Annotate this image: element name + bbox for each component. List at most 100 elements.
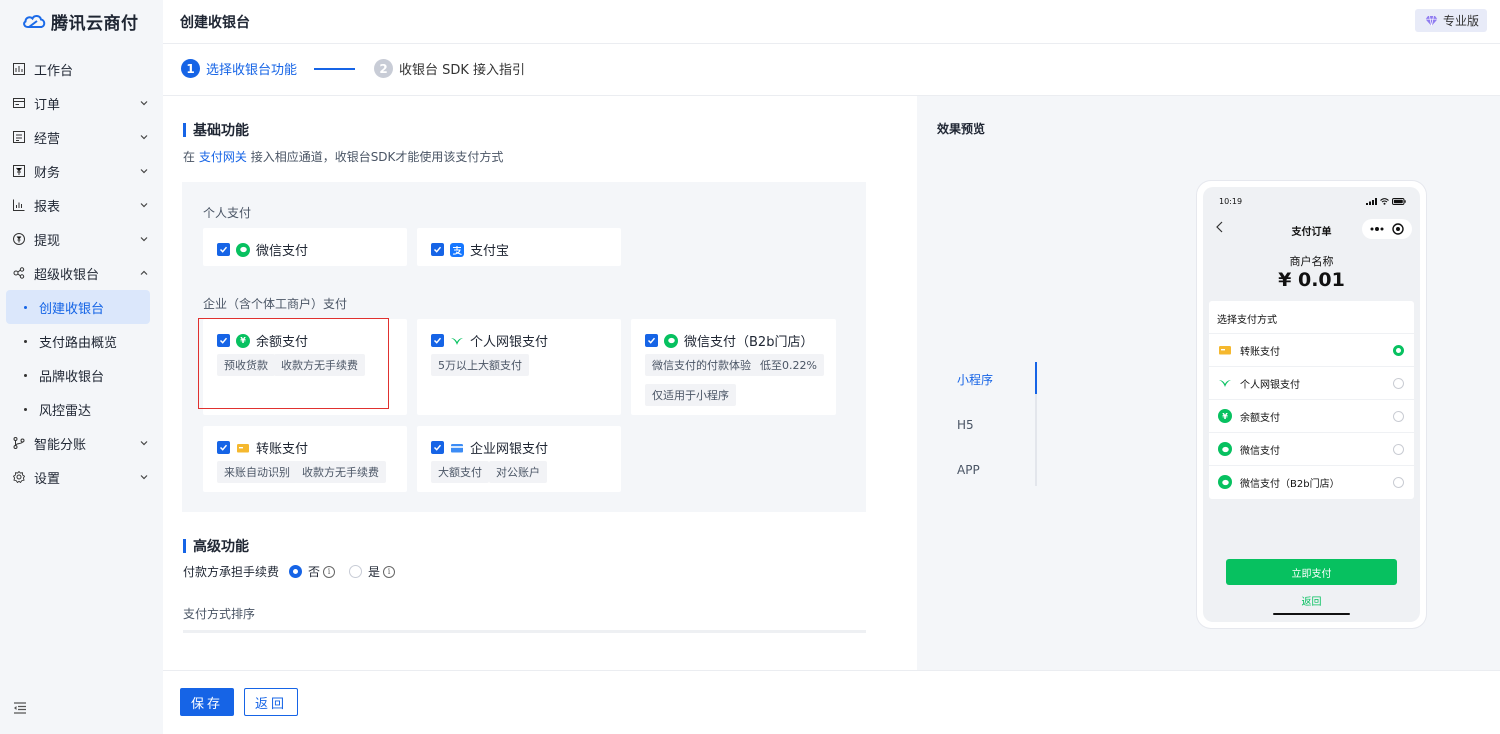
feature-tag: 5万以上大额支付 (431, 354, 529, 376)
enterprise-pay-label: 企业（含个体工商户）支付 (203, 297, 348, 311)
sidebar-item-finance[interactable]: 财务 (0, 154, 163, 188)
checkbox-checked[interactable] (217, 334, 230, 347)
pay-method-name: 支付宝 (470, 244, 510, 259)
sidebar-item-smart-split[interactable]: 智能分账 (0, 426, 163, 460)
info-icon[interactable]: i (383, 565, 396, 578)
cloud-logo-icon (23, 15, 46, 28)
desc-suffix: 接入相应通道，收银台SDK才能使用该支付方式 (250, 150, 504, 164)
sidebar-nav: 工作台 订单 经营 财务 报表 提现 超级收银台 创建收银台 支付路由概览 品牌… (0, 52, 163, 494)
phone-pay-row[interactable]: 微信支付 (1209, 432, 1414, 465)
sidebar-subitem-label: 支付路由概览 (39, 335, 118, 351)
pay-now-button[interactable]: 立即支付 (1226, 559, 1397, 585)
sidebar-subitem-brand-cashier[interactable]: 品牌收银台 (6, 358, 150, 392)
brand[interactable]: 腾讯云商付 (22, 9, 139, 34)
sidebar-item-orders[interactable]: 订单 (0, 86, 163, 120)
pay-card-wechat[interactable]: 微信支付 (203, 228, 407, 266)
wechat-pay-icon (236, 242, 250, 257)
radio-unselected[interactable] (1393, 377, 1404, 389)
pay-card-balance[interactable]: ¥ 余额支付 预收货款 收款方无手续费 (203, 319, 407, 415)
payment-sort-area (183, 630, 866, 633)
personal-pay-label: 个人支付 (203, 206, 252, 220)
diamond-icon (1425, 15, 1438, 26)
business-icon (13, 131, 25, 143)
checkbox-checked[interactable] (431, 441, 444, 454)
back-button[interactable]: 返回 (244, 688, 298, 716)
pay-card-alipay[interactable]: 支付宝 (417, 228, 621, 266)
step-1[interactable]: 1 选择收银台功能 (181, 59, 297, 78)
sidebar-subitem-risk-radar[interactable]: 风控雷达 (6, 392, 150, 426)
fee-bearer-label: 付款方承担手续费 (183, 565, 280, 579)
step-label: 选择收银台功能 (206, 63, 298, 78)
phone-pay-row[interactable]: 个人网银支付 (1209, 366, 1414, 399)
phone-pay-row[interactable]: 微信支付（B2b门店） (1209, 465, 1414, 498)
feature-tag: 对公账户 (489, 461, 547, 483)
pay-method-name: 转账支付 (256, 442, 309, 457)
tab-miniprogram[interactable]: 小程序 (957, 364, 1037, 394)
sidebar-item-label: 提现 (34, 233, 61, 249)
sidebar-subitem-create-cashier[interactable]: 创建收银台 (6, 290, 150, 324)
phone-pay-label: 个人网银支付 (1240, 379, 1300, 391)
section-accent-bar (183, 539, 186, 553)
payment-gateway-link[interactable]: 支付网关 (199, 150, 247, 164)
bullet-icon (24, 407, 27, 411)
radio-unselected[interactable] (1393, 443, 1404, 455)
sidebar-subitem-label: 创建收银台 (39, 301, 105, 317)
pro-edition-badge[interactable]: 专业版 (1414, 9, 1487, 32)
feature-tag: 收款方无手续费 (295, 461, 386, 483)
tab-app[interactable]: APP (957, 455, 1037, 485)
checkbox-checked[interactable] (217, 441, 230, 454)
radio-unselected[interactable] (1393, 476, 1404, 488)
ebank-leaf-icon (1218, 376, 1232, 390)
checkbox-checked[interactable] (431, 243, 444, 256)
radio-unselected[interactable] (1393, 410, 1404, 422)
payment-sort-label: 支付方式排序 (183, 607, 256, 621)
collapse-menu-icon[interactable] (13, 702, 27, 714)
basic-section-desc: 在 支付网关 接入相应通道，收银台SDK才能使用该支付方式 (183, 148, 503, 165)
sidebar-item-workbench[interactable]: 工作台 (0, 52, 163, 86)
radio-selected[interactable] (1393, 344, 1404, 356)
sidebar-item-reports[interactable]: 报表 (0, 188, 163, 222)
sidebar-item-label: 设置 (34, 471, 61, 487)
feature-tag: 仅适用于小程序 (645, 384, 736, 406)
step-2[interactable]: 2 收银台 SDK 接入指引 (374, 59, 525, 78)
pay-card-wechat-b2b[interactable]: 微信支付（B2b门店） 微信支付的付款体验 低至0.22% 仅适用于小程序 (631, 319, 836, 415)
sidebar-item-label: 超级收银台 (34, 267, 100, 283)
sidebar-item-super-cashier[interactable]: 超级收银台 (0, 256, 163, 290)
preview-title: 效果预览 (937, 122, 986, 136)
info-icon[interactable]: i (323, 565, 336, 578)
feature-tag: 微信支付的付款体验 (645, 354, 758, 376)
sidebar-subitem-routing[interactable]: 支付路由概览 (6, 324, 150, 358)
pay-card-transfer[interactable]: 转账支付 来账自动识别 收款方无手续费 (203, 426, 407, 492)
pay-method-name: 企业网银支付 (470, 442, 549, 457)
phone-pay-label: 微信支付 (1240, 445, 1280, 457)
checkbox-checked[interactable] (217, 243, 230, 256)
sidebar-item-withdraw[interactable]: 提现 (0, 222, 163, 256)
sidebar-item-business[interactable]: 经营 (0, 120, 163, 154)
withdraw-icon (13, 233, 25, 245)
dashboard-icon (13, 63, 25, 75)
wechat-pay-icon (1218, 475, 1232, 489)
step-indicator: 1 选择收银台功能 2 收银台 SDK 接入指引 (163, 44, 1500, 96)
save-button[interactable]: 保存 (180, 688, 234, 716)
pay-method-name: 个人网银支付 (470, 335, 549, 350)
basic-section-title: 基础功能 (183, 120, 249, 140)
phone-pay-label: 微信支付（B2b门店） (1240, 478, 1340, 490)
pay-card-personal-ebank[interactable]: 个人网银支付 5万以上大额支付 (417, 319, 621, 415)
radio-no-selected[interactable] (289, 565, 303, 578)
feature-tag: 大额支付 (431, 461, 489, 483)
radio-yes[interactable] (349, 565, 363, 578)
tab-h5[interactable]: H5 (957, 410, 1037, 440)
checkbox-checked[interactable] (645, 334, 658, 347)
phone-pay-row[interactable]: ¥ 余额支付 (1209, 399, 1414, 432)
chevron-down-icon (139, 200, 149, 210)
split-icon (13, 437, 25, 449)
return-link[interactable]: 返回 (1203, 593, 1420, 608)
miniprogram-capsule[interactable] (1362, 219, 1412, 239)
checkbox-checked[interactable] (431, 334, 444, 347)
report-icon (13, 199, 25, 211)
feature-tag: 来账自动识别 (217, 461, 297, 483)
pay-card-enterprise-ebank[interactable]: 企业网银支付 大额支付 对公账户 (417, 426, 621, 492)
sidebar-item-settings[interactable]: 设置 (0, 460, 163, 494)
phone-pay-row[interactable]: 转账支付 (1209, 333, 1414, 366)
chevron-up-icon (139, 268, 149, 278)
